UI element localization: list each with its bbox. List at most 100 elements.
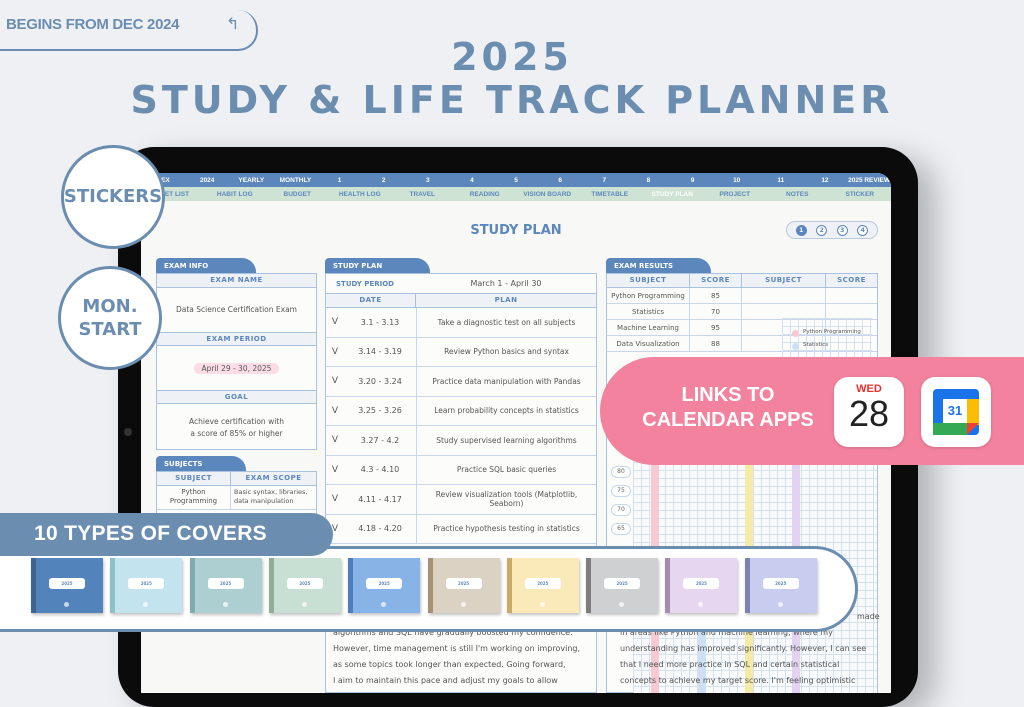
goal-line-1[interactable]: Achieve certification with: [157, 416, 316, 428]
nav-tab-7[interactable]: 4: [450, 177, 494, 184]
result-score-empty[interactable]: [826, 288, 877, 303]
nav-subtab-5[interactable]: READING: [454, 191, 517, 198]
cover-emblem: [143, 602, 149, 607]
plan-text[interactable]: Take a diagnostic test on all subjects: [416, 308, 596, 337]
result-score[interactable]: 95: [690, 320, 742, 335]
subject-scope[interactable]: Basic syntax, libraries, data manipulati…: [231, 486, 316, 509]
exam-results-tab: EXAM RESULTS: [606, 258, 711, 273]
legend-label-statistics: Statistics: [803, 342, 829, 348]
plan-check[interactable]: V: [326, 406, 344, 416]
goal-line-2[interactable]: a score of 85% or higher: [157, 428, 316, 440]
google-calendar-icon[interactable]: 31: [921, 377, 991, 447]
plan-text[interactable]: Study supervised learning algorithms: [416, 426, 596, 455]
plan-date[interactable]: 4.18 - 4.20: [344, 524, 416, 533]
result-subject-empty[interactable]: [742, 288, 826, 303]
page-button-1[interactable]: 1: [795, 224, 807, 236]
exam-period-value[interactable]: April 29 - 30, 2025: [193, 362, 280, 374]
nav-tab-10[interactable]: 7: [582, 177, 626, 184]
cover-option-3[interactable]: 2025: [189, 558, 262, 613]
cover-option-9[interactable]: 2025: [665, 558, 738, 613]
plan-text[interactable]: Practice data manipulation with Pandas: [416, 367, 596, 396]
reflection-right-fragment: made: [857, 612, 880, 621]
nav-tab-13[interactable]: 10: [715, 177, 759, 184]
nav-tab-9[interactable]: 6: [538, 177, 582, 184]
result-subject[interactable]: Statistics: [607, 304, 690, 319]
result-subject[interactable]: Python Programming: [607, 288, 690, 303]
plan-date[interactable]: 3.25 - 3.26: [344, 406, 416, 415]
cover-option-8[interactable]: 2025: [586, 558, 659, 613]
plan-check[interactable]: V: [326, 347, 344, 357]
plan-text[interactable]: Practice SQL basic queries: [416, 455, 596, 484]
subject-name[interactable]: Python Programming: [157, 486, 231, 509]
nav-tab-16[interactable]: 2025 REVIEW: [847, 177, 891, 184]
cover-emblem: [64, 602, 69, 607]
nav-subtab-11[interactable]: STICKER: [829, 191, 892, 198]
nav-tab-3[interactable]: MONTHLY: [273, 177, 317, 184]
cover-option-5[interactable]: 2025: [348, 558, 421, 613]
plan-check[interactable]: V: [326, 494, 344, 504]
nav-subtab-9[interactable]: PROJECT: [704, 191, 767, 198]
result-score[interactable]: 70: [690, 304, 742, 319]
cover-option-1[interactable]: 2025: [31, 558, 103, 613]
result-subject-empty[interactable]: [742, 304, 826, 319]
plan-check[interactable]: V: [326, 465, 344, 475]
title-main: STUDY & LIFE TRACK PLANNER: [130, 78, 894, 122]
plan-text[interactable]: Review visualization tools (Matplotlib, …: [416, 485, 596, 514]
nav-tab-2[interactable]: YEARLY: [229, 177, 273, 184]
plan-check[interactable]: V: [326, 435, 344, 445]
result-score[interactable]: 88: [690, 336, 742, 351]
plan-text[interactable]: Practice hypothesis testing in statistic…: [416, 514, 596, 543]
nav-tab-14[interactable]: 11: [759, 177, 803, 184]
reflection-line: as some topics took longer than expected…: [333, 660, 566, 669]
plan-date[interactable]: 3.27 - 4.2: [344, 436, 416, 445]
apple-calendar-icon[interactable]: WED 28: [834, 377, 904, 447]
plan-text[interactable]: Review Python basics and syntax: [416, 337, 596, 366]
cover-spine: [110, 558, 116, 613]
plan-date[interactable]: 4.11 - 4.17: [344, 495, 416, 504]
nav-subtab-1[interactable]: HABIT LOG: [204, 191, 267, 198]
nav-row-secondary: CKET LIST HABIT LOG BUDGET HEALTH LOG TRAVEL…: [141, 187, 891, 201]
nav-subtab-2[interactable]: BUDGET: [266, 191, 329, 198]
plan-text[interactable]: Learn probability concepts in statistics: [416, 396, 596, 425]
plan-check[interactable]: V: [326, 317, 344, 327]
nav-tab-1[interactable]: 2024: [185, 177, 229, 184]
nav-tab-6[interactable]: 3: [406, 177, 450, 184]
plan-date[interactable]: 4.3 - 4.10: [344, 465, 416, 474]
page-button-4[interactable]: 4: [857, 224, 869, 236]
cover-option-7[interactable]: 2025: [506, 558, 579, 613]
plan-date[interactable]: 3.1 - 3.13: [344, 318, 416, 327]
nav-subtab-8[interactable]: STUDY PLAN: [641, 191, 704, 198]
nav-tab-4[interactable]: 1: [318, 177, 362, 184]
plan-date[interactable]: 3.14 - 3.19: [344, 347, 416, 356]
nav-tab-11[interactable]: 8: [626, 177, 670, 184]
study-plan-row: V 3.20 - 3.24 Practice data manipulation w…: [326, 367, 596, 397]
plan-check[interactable]: V: [326, 376, 344, 386]
nav-tab-12[interactable]: 9: [671, 177, 715, 184]
nav-subtab-10[interactable]: NOTES: [766, 191, 829, 198]
result-subject[interactable]: Machine Learning: [607, 320, 690, 335]
nav-subtab-3[interactable]: HEALTH LOG: [329, 191, 392, 198]
plan-date[interactable]: 3.20 - 3.24: [344, 377, 416, 386]
cover-option-4[interactable]: 2025: [268, 558, 341, 613]
cover-option-10[interactable]: 2025: [744, 558, 817, 613]
study-plan-row: V 4.3 - 4.10 Practice SQL basic queries: [326, 455, 596, 485]
begins-label: BEGINS FROM DEC 2024: [6, 16, 180, 33]
page-button-2[interactable]: 2: [816, 224, 828, 236]
nav-subtab-7[interactable]: TIMETABLE: [579, 191, 642, 198]
result-score-empty[interactable]: [826, 304, 877, 319]
nav-tab-5[interactable]: 2: [362, 177, 406, 184]
exam-name-value[interactable]: Data Science Certification Exam: [157, 288, 316, 332]
nav-subtab-6[interactable]: VISION BOARD: [516, 191, 579, 198]
nav-subtab-4[interactable]: TRAVEL: [391, 191, 454, 198]
cover-option-2[interactable]: 2025: [110, 558, 183, 613]
cover-option-6[interactable]: 2025: [427, 558, 500, 613]
y-tick-label: 75: [611, 485, 631, 497]
nav-tab-15[interactable]: 12: [803, 177, 847, 184]
study-period-value[interactable]: March 1 - April 30: [416, 279, 596, 288]
subjects-col-scope: EXAM SCOPE: [231, 472, 316, 486]
cover-emblem: [301, 602, 307, 607]
page-button-3[interactable]: 3: [836, 224, 848, 236]
result-score[interactable]: 85: [690, 288, 742, 303]
nav-tab-8[interactable]: 5: [494, 177, 538, 184]
result-subject[interactable]: Data Visualization: [607, 336, 690, 351]
